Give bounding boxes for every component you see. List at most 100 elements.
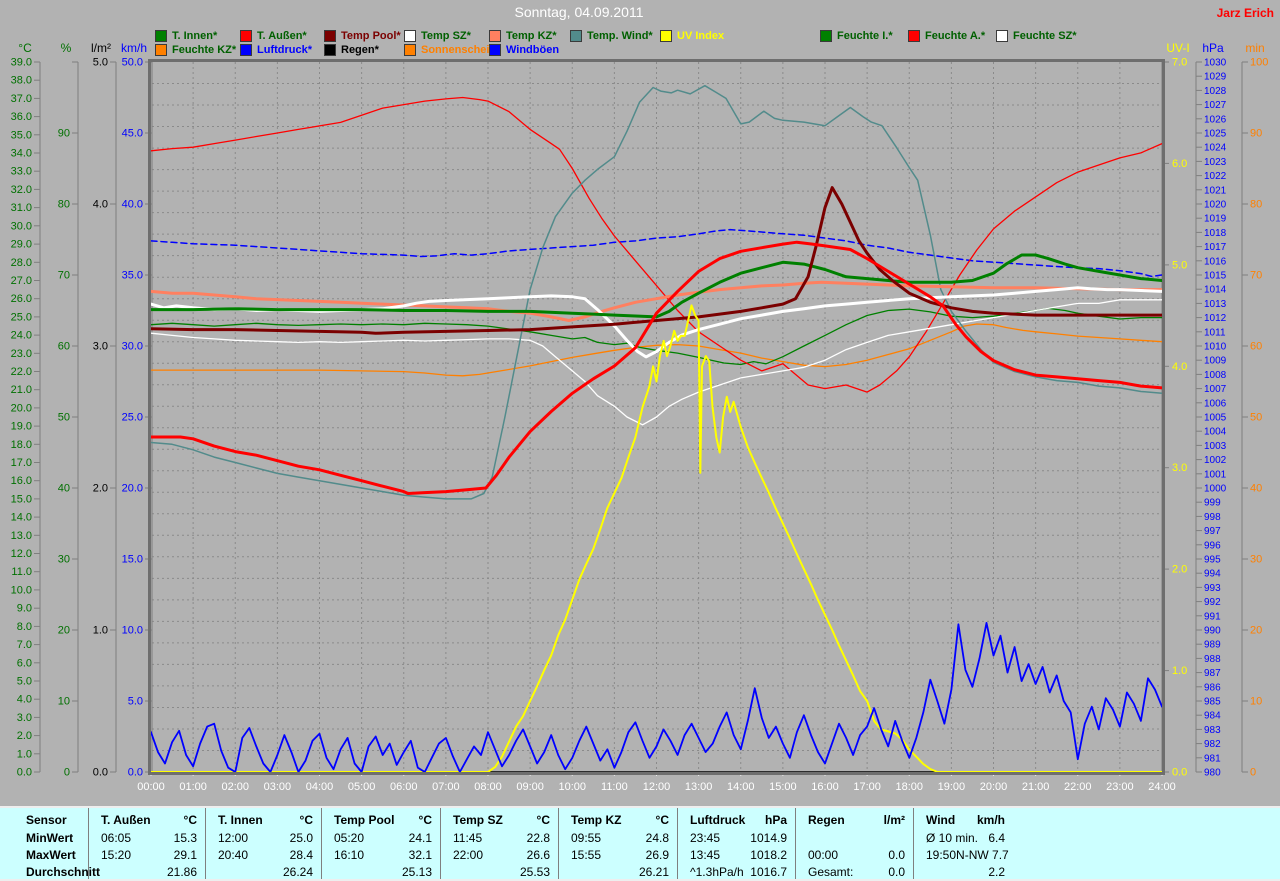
axis-tick-label: 50 [1250,412,1262,424]
table-min-time: 05:20 [334,831,364,845]
axis-tick-label: 7.0 [17,639,32,651]
axis-tick-label: 30.0 [122,341,143,353]
axis-tick-label: 30 [58,554,70,566]
axis-tick-label: 36.0 [11,111,32,123]
axis-tick-label: 70 [1250,270,1262,282]
axis-tick-label: 33.0 [11,166,32,178]
axis-tick-label: 80 [58,199,70,211]
legend-color-swatch [489,44,501,56]
legend-color-swatch [324,30,336,42]
x-tick-label: 18:00 [895,781,923,793]
table-max-time: 15:20 [101,848,131,862]
axis-degC: 0.01.02.03.04.05.06.07.08.09.010.011.012… [11,41,40,779]
x-tick-label: 01:00 [179,781,207,793]
legend-color-swatch [908,30,920,42]
axis-tick-label: 993 [1204,583,1221,594]
axis-tick-label: 18.0 [11,439,32,451]
axis-tick-label: 0 [64,767,70,779]
table-sensor-name: Luftdruck [690,813,745,827]
axis-tick-label: 29.0 [11,239,32,251]
axis-tick-label: 4.0 [93,199,108,211]
legend-item-label: Feuchte KZ* [172,44,236,56]
axis-tick-label: 981 [1204,753,1221,764]
axis-tick-label: 3.0 [17,712,32,724]
legend-item-label: Feuchte A.* [925,30,985,42]
legend-item-feuchte-sz-: Feuchte SZ* [996,30,1077,42]
x-tick-label: 07:00 [432,781,460,793]
axis-tick-label: 16.0 [11,475,32,487]
axis-tick-label: 90 [58,128,70,140]
axis-tick-label: 45.0 [122,128,143,140]
x-tick-label: 15:00 [769,781,797,793]
axis-tick-label: 994 [1204,569,1221,580]
axis-tick-label: 0.0 [1172,767,1187,779]
x-tick-label: 21:00 [1022,781,1050,793]
table-min-time: 06:05 [101,831,131,845]
axis-tick-label: 1.0 [93,625,108,637]
axis-tick-label: 25.0 [11,311,32,323]
axis-pct: 0102030405060708090% [58,41,78,779]
axis-tick-label: 1027 [1204,100,1227,111]
axis-tick-label: 1025 [1204,129,1227,140]
table-avg-value: 25.13 [402,865,432,879]
axis-tick-label: 1011 [1204,327,1226,338]
x-tick-label: 19:00 [938,781,966,793]
table-min-value: 1014.9 [750,831,787,845]
axis-title-degC: °C [18,41,32,55]
table-row-label: MinWert [0,829,88,846]
axis-tick-label: 988 [1204,654,1221,665]
axis-tick-label: 37.0 [11,93,32,105]
table-column-t-au-en: T. Außen°C06:0515.315:2029.121.86 [88,808,205,879]
axis-tick-label: 5.0 [93,57,108,69]
axis-tick-label: 10.0 [11,584,32,596]
axis-tick-label: 1006 [1204,398,1227,409]
table-min-value: 25.0 [290,831,313,845]
legend-item-label: Temp Pool* [341,30,401,42]
axis-tick-label: 31.0 [11,202,32,214]
axis-tick-label: 15.0 [11,493,32,505]
axis-tick-label: 11.0 [11,566,32,578]
axis-tick-label: 1.0 [17,748,32,760]
legend-item-label: Temp KZ* [506,30,557,42]
axis-tick-label: 35.0 [11,129,32,141]
axis-tick-label: 30.0 [11,220,32,232]
axis-tick-label: 40 [58,483,70,495]
axis-tick-label: 1004 [1204,427,1227,438]
legend-item-label: Luftdruck* [257,44,312,56]
axis-tick-label: 984 [1204,711,1221,722]
table-avg-value: 21.86 [167,865,197,879]
axis-tick-label: 1010 [1204,342,1227,353]
legend-color-swatch [240,30,252,42]
axis-tick-label: 998 [1204,512,1221,523]
legend-item-luftdruck-: Luftdruck* [240,44,312,56]
legend-item-label: Feuchte SZ* [1013,30,1077,42]
axis-tick-label: 6.0 [17,657,32,669]
x-tick-label: 09:00 [516,781,544,793]
axis-tick-label: 985 [1204,697,1221,708]
axis-tick-label: 1001 [1204,469,1227,480]
table-max-time: 22:00 [453,848,483,862]
axis-tick-label: 6.0 [1172,158,1187,170]
legend-item-temp-kz-: Temp KZ* [489,30,557,42]
axis-tick-label: 40 [1250,483,1262,495]
x-tick-label: 08:00 [474,781,502,793]
table-sensor-name: T. Innen [218,813,263,827]
axis-tick-label: 19.0 [11,421,32,433]
x-tick-label: 14:00 [727,781,755,793]
axis-title-minu: min [1245,41,1264,55]
axis-tick-label: 1030 [1204,58,1227,69]
axis-tick-label: 22.0 [11,366,32,378]
axis-tick-label: 1029 [1204,72,1227,83]
table-sensor-unit: °C [537,813,550,827]
summary-table: SensorMinWertMaxWertDurchschnittT. Außen… [0,806,1280,881]
legend-item-label: Windböen [506,44,559,56]
table-column-t-innen: T. Innen°C12:0025.020:4028.426.24 [205,808,321,879]
table-sensor-name: T. Außen [101,813,151,827]
axis-tick-label: 5.0 [1172,259,1187,271]
table-min-time: 12:00 [218,831,248,845]
legend-color-swatch [404,44,416,56]
legend-color-swatch [324,44,336,56]
axis-tick-label: 1021 [1204,185,1227,196]
axis-tick-label: 20 [58,625,70,637]
axis-tick-label: 50.0 [122,57,143,69]
